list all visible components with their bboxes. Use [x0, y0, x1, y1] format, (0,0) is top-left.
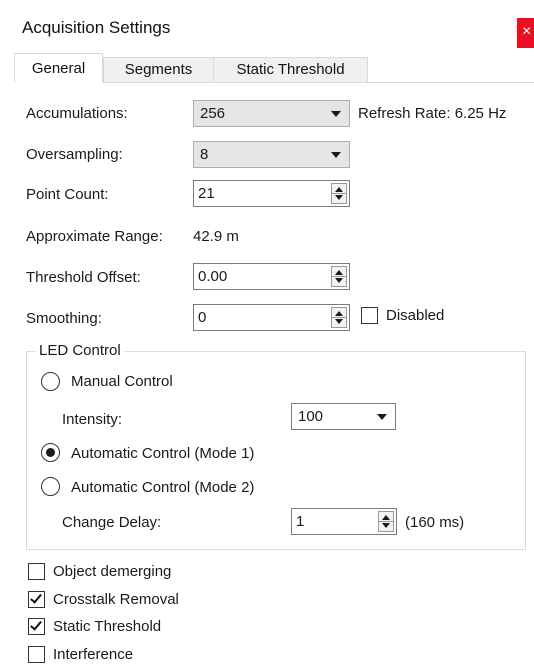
smoothing-value: 0: [198, 309, 207, 326]
auto-mode2-radio[interactable]: [41, 477, 60, 496]
manual-control-radio[interactable]: [41, 372, 60, 391]
threshold-offset-label: Threshold Offset:: [26, 269, 141, 286]
change-delay-suffix: (160 ms): [405, 514, 465, 531]
threshold-offset-value: 0.00: [198, 268, 228, 285]
crosstalk-removal-checkbox[interactable]: [28, 591, 45, 608]
threshold-offset-spinbox[interactable]: 0.00: [193, 263, 350, 290]
auto-mode2-label: Automatic Control (Mode 2): [71, 479, 255, 496]
checkmark-icon: [30, 618, 42, 631]
smoothing-label: Smoothing:: [26, 310, 102, 327]
point-count-spinbox[interactable]: 21: [193, 180, 350, 207]
object-demerging-label: Object demerging: [53, 563, 172, 580]
smoothing-spinbox[interactable]: 0: [193, 304, 350, 331]
window-title: Acquisition Settings: [22, 18, 171, 37]
spin-up-icon[interactable]: [335, 187, 343, 192]
accumulations-value: 256: [200, 105, 226, 122]
object-demerging-checkbox[interactable]: [28, 563, 45, 580]
auto-mode1-label: Automatic Control (Mode 1): [71, 445, 255, 462]
interference-label: Interference: [53, 646, 134, 663]
led-control-title: LED Control: [36, 342, 124, 359]
point-count-value: 21: [198, 185, 215, 202]
close-button[interactable]: ×: [517, 18, 534, 48]
oversampling-label: Oversampling:: [26, 146, 123, 163]
manual-control-label: Manual Control: [71, 373, 173, 390]
spin-up-icon[interactable]: [382, 515, 390, 520]
close-icon: ×: [522, 23, 532, 40]
oversampling-value: 8: [200, 146, 209, 163]
intensity-label: Intensity:: [62, 411, 123, 428]
refresh-rate-text: Refresh Rate: 6.25 Hz: [358, 105, 507, 122]
point-count-label: Point Count:: [26, 186, 109, 203]
chevron-down-icon: [331, 152, 341, 158]
checkmark-icon: [30, 591, 42, 604]
tab-general[interactable]: General: [14, 53, 103, 83]
spin-down-icon[interactable]: [335, 319, 343, 324]
approximate-range-value: 42.9 m: [193, 228, 239, 245]
spin-buttons[interactable]: [331, 266, 347, 287]
smoothing-disabled-checkbox[interactable]: [361, 307, 378, 324]
chevron-down-icon: [377, 414, 387, 420]
change-delay-label: Change Delay:: [62, 514, 162, 531]
oversampling-dropdown[interactable]: 8: [193, 141, 350, 168]
static-threshold-checkbox[interactable]: [28, 618, 45, 635]
spin-buttons[interactable]: [378, 511, 394, 532]
tab-static-threshold[interactable]: Static Threshold: [213, 57, 368, 83]
static-threshold-label: Static Threshold: [53, 618, 162, 635]
accumulations-label: Accumulations:: [26, 105, 128, 122]
spin-buttons[interactable]: [331, 183, 347, 204]
approximate-range-label: Approximate Range:: [26, 228, 163, 245]
change-delay-spinbox[interactable]: 1: [291, 508, 397, 535]
tab-segments[interactable]: Segments: [103, 57, 214, 83]
change-delay-value: 1: [296, 513, 305, 530]
crosstalk-removal-label: Crosstalk Removal: [53, 591, 179, 608]
intensity-dropdown[interactable]: 100: [291, 403, 396, 430]
spin-buttons[interactable]: [331, 307, 347, 328]
auto-mode1-radio[interactable]: [41, 443, 60, 462]
accumulations-dropdown[interactable]: 256: [193, 100, 350, 127]
spin-down-icon[interactable]: [335, 195, 343, 200]
smoothing-disabled-label: Disabled: [386, 307, 445, 324]
spin-down-icon[interactable]: [335, 278, 343, 283]
spin-up-icon[interactable]: [335, 311, 343, 316]
intensity-value: 100: [298, 408, 324, 425]
spin-down-icon[interactable]: [382, 523, 390, 528]
chevron-down-icon: [331, 111, 341, 117]
interference-checkbox[interactable]: [28, 646, 45, 663]
spin-up-icon[interactable]: [335, 270, 343, 275]
radio-selected-dot: [46, 448, 55, 457]
